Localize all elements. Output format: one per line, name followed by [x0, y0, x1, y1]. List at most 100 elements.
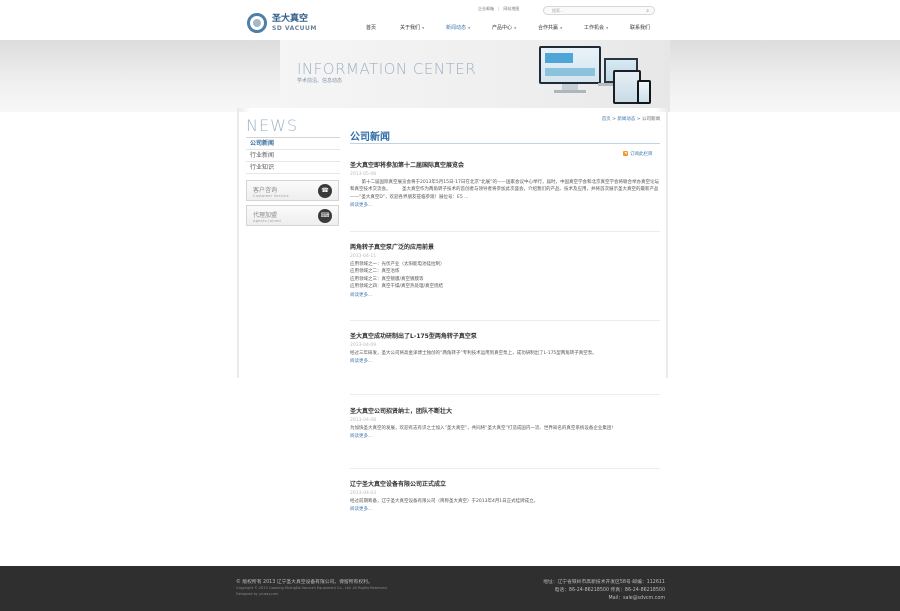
- chevron-down-icon: ▼: [606, 26, 609, 30]
- nav-label-home: 首页: [366, 25, 377, 31]
- read-more-link[interactable]: 阅读更多...: [350, 203, 660, 209]
- article-excerpt-line: 应用领域之一：光伏产业（太阳能电池硅拉制）: [350, 262, 445, 267]
- article-divider: [350, 231, 660, 232]
- article-title[interactable]: 圣大真空即将参加第十二届国际真空展览会: [350, 162, 660, 169]
- breadcrumb-home[interactable]: 首页: [602, 117, 611, 122]
- article-divider: [350, 394, 660, 395]
- monitor-illustration: [539, 46, 601, 84]
- article-excerpt: 经过前期筹备，辽宁圣大真空设备有限公司（简称圣大真空）于2013年4月1日正式挂…: [350, 499, 539, 504]
- article-item: 圣大真空公司招贤纳士，团队不断壮大 2013-04-08 为加快圣大真空的发展，…: [350, 408, 660, 440]
- logo-icon: [247, 13, 267, 33]
- chevron-down-icon: ▼: [422, 26, 425, 30]
- banner-subtitle: 学术前沿、信息动态: [297, 78, 343, 84]
- nav-item-jobs[interactable]: 工作机会 ▼: [584, 24, 608, 31]
- nav-item-products[interactable]: 产品中心 ▼: [492, 24, 516, 31]
- agents-joined-title: 代理加盟: [253, 212, 278, 219]
- footer-address: 地址：辽宁省铁岭市高新技术开发区58号 邮编：112611: [543, 580, 665, 585]
- nav-label-about: 关于我们: [400, 25, 421, 31]
- search-icon[interactable]: ⌕: [646, 8, 649, 15]
- logo-text: 圣大真空 SD VACUUM: [272, 13, 317, 32]
- article-divider: [350, 468, 660, 469]
- article-excerpt: 第十二届国际真空展览会将于2013年5月15日-17日在北京“北展”的——国家会…: [350, 180, 660, 200]
- footer-phone: 电话：86-24-86218500 传真：86-24-86218500: [554, 588, 665, 593]
- nav-label-news: 新闻动态: [446, 25, 467, 31]
- footer-contact: 地址：辽宁省铁岭市高新技术开发区58号 邮编：112611 电话：86-24-8…: [516, 579, 665, 603]
- chevron-down-icon: ▼: [560, 26, 563, 30]
- title-underline: [350, 143, 660, 144]
- toplink-sitemap[interactable]: 网站地图: [503, 6, 519, 12]
- footer-copyright-cn: © 版权所有 2013 辽宁圣大真空设备有限公司。保留所有权利。: [236, 580, 373, 585]
- phone-illustration: [637, 80, 651, 104]
- search-input[interactable]: 搜索... ⌕: [543, 6, 655, 15]
- footer-designer-link[interactable]: Designed by yicaay.com: [236, 592, 388, 598]
- article-date: 2013-04-09: [350, 343, 377, 348]
- article-date: 2013-04-03: [350, 491, 377, 496]
- top-links: 企业邮箱 | 网站地图: [478, 6, 519, 12]
- article-item: 两角转子真空泵广泛的应用前景 2013-04-11 应用领域之一：光伏产业（太阳…: [350, 244, 660, 299]
- nav-label-contact: 联系我们: [630, 25, 651, 31]
- nav-label-products: 产品中心: [492, 25, 513, 31]
- banner-title: INFORMATION CENTER: [297, 60, 477, 78]
- article-excerpt-line: 应用领域之二：真空冶炼: [350, 269, 400, 275]
- breadcrumb-separator: >: [636, 117, 641, 122]
- logo-en: SD VACUUM: [272, 24, 317, 32]
- sidebar: NEWS 公司新闻 行业新闻 行业知识 客户咨询 Customer Servic…: [246, 116, 340, 226]
- rss-label: 订阅此栏目: [630, 152, 653, 157]
- article-title[interactable]: 圣大真空公司招贤纳士，团队不断壮大: [350, 408, 660, 415]
- nav-item-home[interactable]: 首页: [366, 24, 376, 31]
- article-excerpt-line: 应用领域之四：真空干燥/真空热处理/真空烧结: [350, 284, 444, 290]
- sidebar-item-company-news[interactable]: 公司新闻: [246, 138, 340, 150]
- article-item: 圣大真空即将参加第十二届国际真空展览会 2013-05-08 第十二届国际真空展…: [350, 162, 660, 209]
- nav-item-about[interactable]: 关于我们 ▼: [400, 24, 424, 31]
- toplink-email[interactable]: 企业邮箱: [478, 6, 494, 12]
- sidebar-item-industry-news[interactable]: 行业新闻: [246, 150, 340, 162]
- nav-label-jobs: 工作机会: [584, 25, 605, 31]
- customer-service-subtitle: Customer Service: [253, 194, 289, 198]
- read-more-link[interactable]: 阅读更多...: [350, 434, 660, 440]
- chevron-down-icon: ▼: [514, 26, 517, 30]
- footer-email[interactable]: Mail：sale@sdvcm.com: [516, 595, 665, 603]
- customer-service-title: 客户咨询: [253, 187, 278, 194]
- article-item: 辽宁圣大真空设备有限公司正式成立 2013-04-03 经过前期筹备，辽宁圣大真…: [350, 481, 660, 513]
- read-more-link[interactable]: 阅读更多...: [350, 359, 660, 365]
- chevron-down-icon: ▼: [468, 26, 471, 30]
- search-placeholder: 搜索...: [552, 8, 564, 13]
- agents-joined-box[interactable]: 代理加盟 Agents Joined ⌨: [246, 205, 339, 226]
- article-item: 圣大真空成功研制出了L-175型两角转子真空泵 2013-04-09 经过三年研…: [350, 333, 660, 365]
- article-date: 2013-04-08: [350, 418, 377, 423]
- logo-cn: 圣大真空: [272, 13, 309, 24]
- agents-joined-subtitle: Agents Joined: [253, 219, 281, 223]
- monitor-base: [554, 90, 586, 93]
- read-more-link[interactable]: 阅读更多...: [350, 507, 660, 513]
- article-excerpt-line: 应用领域之三：真空镀膜/真空镀膜等: [350, 276, 424, 282]
- nav-label-cooperation: 合作共赢: [538, 25, 559, 31]
- rss-subscribe-link[interactable]: ◥ 订阅此栏目: [623, 151, 653, 157]
- keyboard-icon: ⌨: [318, 209, 332, 223]
- breadcrumb-news[interactable]: 新闻动态: [617, 117, 635, 122]
- breadcrumb-current: 公司新闻: [642, 117, 660, 122]
- article-excerpt: 为加快圣大真空的发展，欢迎有志有识之士加入“圣大真空”，共同将“圣大真空”打造成…: [350, 426, 616, 431]
- article-title[interactable]: 辽宁圣大真空设备有限公司正式成立: [350, 481, 660, 488]
- footer-copyright: © 版权所有 2013 辽宁圣大真空设备有限公司。保留所有权利。 Copyrig…: [236, 579, 388, 597]
- page-title: 公司新闻: [350, 132, 390, 143]
- sidebar-item-industry-knowledge[interactable]: 行业知识: [246, 162, 340, 174]
- footer-copyright-en: Copyright © 2013 Liaoning ShengDa Vacuum…: [236, 586, 388, 590]
- site-logo[interactable]: 圣大真空 SD VACUUM: [247, 10, 337, 36]
- toplink-separator: |: [498, 6, 500, 11]
- read-more-link[interactable]: 阅读更多...: [350, 293, 660, 299]
- article-date: 2013-04-11: [350, 254, 377, 259]
- rss-icon: ◥: [623, 151, 628, 156]
- breadcrumb: 首页 > 新闻动态 > 公司新闻: [560, 116, 660, 122]
- sidebar-title: NEWS: [246, 116, 299, 135]
- nav-item-news[interactable]: 新闻动态 ▼: [446, 24, 470, 31]
- nav-item-contact[interactable]: 联系我们: [630, 24, 650, 31]
- header: 圣大真空 SD VACUUM 企业邮箱 | 网站地图 搜索... ⌕ 首页 关于…: [0, 0, 900, 40]
- article-title[interactable]: 两角转子真空泵广泛的应用前景: [350, 244, 660, 251]
- headset-icon: ☎: [318, 184, 332, 198]
- article-divider: [350, 320, 660, 321]
- article-excerpt: 经过三年研发，圣大公司将高金泽博士独创的“两角转子”专利技术运用到真空泵上，成功…: [350, 351, 597, 356]
- article-title[interactable]: 圣大真空成功研制出了L-175型两角转子真空泵: [350, 333, 660, 340]
- customer-service-box[interactable]: 客户咨询 Customer Service ☎: [246, 180, 339, 201]
- article-excerpt: 应用领域之一：光伏产业（太阳能电池硅拉制） 应用领域之二：真空冶炼 应用领域之三…: [350, 261, 660, 291]
- nav-item-cooperation[interactable]: 合作共赢 ▼: [538, 24, 562, 31]
